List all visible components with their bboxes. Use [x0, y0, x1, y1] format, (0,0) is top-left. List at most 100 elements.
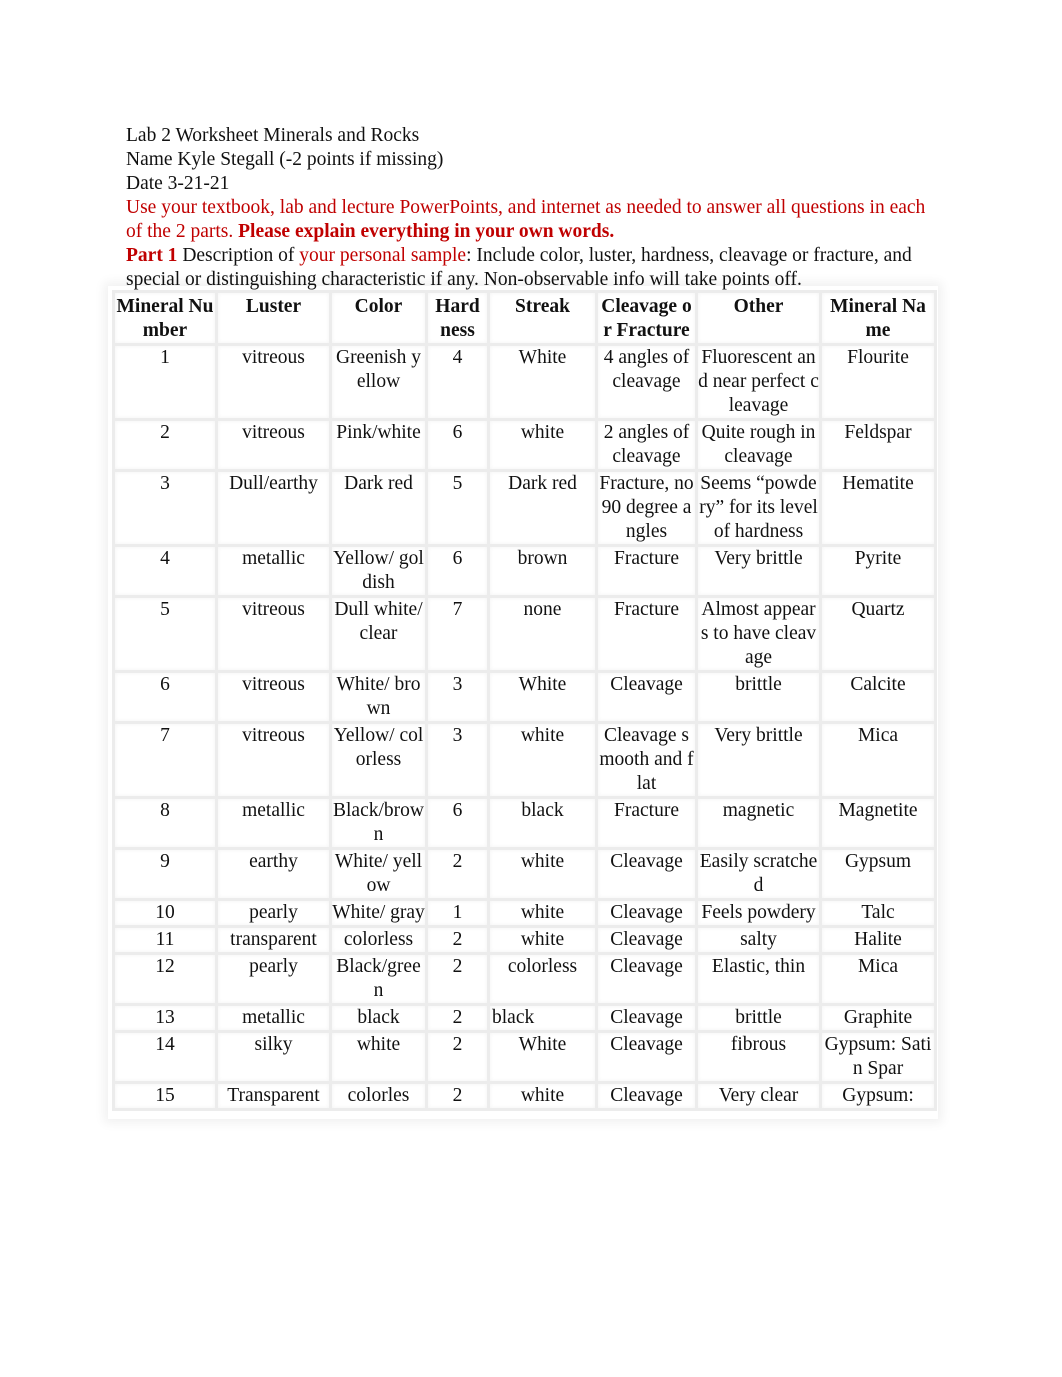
cell-hardness: 2	[425, 952, 490, 1006]
cell-cleavage-or-fracture: Cleavage smooth and flat	[595, 721, 698, 799]
cell-other: Fluorescent and near perfect cleavage	[695, 343, 822, 421]
cell-luster: vitreous	[215, 595, 332, 673]
cell-other: Easily scratched	[695, 847, 822, 901]
cell-luster: silky	[215, 1030, 332, 1084]
cell-mineral-name: Calcite	[819, 670, 937, 724]
table-row: 10 pearly White/ gray 1 white Cleavage Feels p…	[112, 898, 937, 928]
cell-cleavage-or-fracture: Cleavage	[595, 925, 698, 955]
table-row: 1 vitreous Greenish yellow 4 White 4 angles o…	[112, 343, 937, 421]
cell-mineral-number: 7	[112, 721, 218, 799]
cell-luster: Transparent	[215, 1081, 332, 1111]
cell-hardness: 3	[425, 670, 490, 724]
cell-other: magnetic	[695, 796, 822, 850]
table-row: 7 vitreous Yellow/ colorless 3 white Cleavage…	[112, 721, 937, 799]
cell-cleavage-or-fracture: Cleavage	[595, 1003, 698, 1033]
cell-luster: earthy	[215, 847, 332, 901]
cell-luster: pearly	[215, 898, 332, 928]
cell-cleavage-or-fracture: Fracture	[595, 544, 698, 598]
column-header-luster: Luster	[215, 290, 332, 346]
cell-color: Pink/white	[329, 418, 428, 472]
table-row: 3 Dull/earthy Dark red 5 Dark red Fracture, n…	[112, 469, 937, 547]
cell-cleavage-or-fracture: Cleavage	[595, 1030, 698, 1084]
part1-text-a: Description of	[177, 245, 300, 266]
cell-cleavage-or-fracture: Cleavage	[595, 1081, 698, 1111]
cell-streak: white	[487, 925, 598, 955]
cell-luster: vitreous	[215, 418, 332, 472]
cell-mineral-name: Flourite	[819, 343, 937, 421]
table-row: 6 vitreous White/ brown 3 White Cleavage britt…	[112, 670, 937, 724]
cell-other: Almost appears to have cleavage	[695, 595, 822, 673]
instructions-emphasis: Please explain everything in your own wo…	[238, 221, 615, 242]
cell-mineral-number: 4	[112, 544, 218, 598]
worksheet-title: Lab 2 Worksheet Minerals and Rocks	[126, 125, 420, 146]
column-header-mineral-number: Mineral Number	[112, 290, 218, 346]
cell-streak: white	[487, 1081, 598, 1111]
cell-mineral-number: 11	[112, 925, 218, 955]
cell-color: White/ gray	[329, 898, 428, 928]
cell-hardness: 4	[425, 343, 490, 421]
instructions: Use your textbook, lab and lecture Power…	[126, 196, 946, 244]
cell-mineral-number: 3	[112, 469, 218, 547]
cell-streak: white	[487, 898, 598, 928]
cell-color: Dull white/clear	[329, 595, 428, 673]
table-row: 15 Transparent colorles 2 white Cleavage Very …	[112, 1081, 937, 1111]
cell-color: White/ yellow	[329, 847, 428, 901]
cell-color: Black/green	[329, 952, 428, 1006]
cell-mineral-number: 10	[112, 898, 218, 928]
cell-color: black	[329, 1003, 428, 1033]
cell-color: colorless	[329, 925, 428, 955]
cell-mineral-name: Gypsum:	[819, 1081, 937, 1111]
cell-hardness: 6	[425, 418, 490, 472]
cell-color: white	[329, 1030, 428, 1084]
cell-mineral-name: Hematite	[819, 469, 937, 547]
cell-streak: black	[487, 1003, 598, 1033]
cell-mineral-name: Halite	[819, 925, 937, 955]
cell-luster: vitreous	[215, 343, 332, 421]
table-row: 12 pearly Black/green 2 colorless Cleavage Ela…	[112, 952, 937, 1006]
cell-luster: metallic	[215, 544, 332, 598]
column-header-other: Other	[695, 290, 822, 346]
table-row: 8 metallic Black/brown 6 black Fracture magnet…	[112, 796, 937, 850]
student-name-line: Name Kyle Stegall (-2 points if missing)	[126, 149, 444, 170]
cell-other: Quite rough in cleavage	[695, 418, 822, 472]
cell-mineral-name: Graphite	[819, 1003, 937, 1033]
minerals-table: Mineral Number Luster Color Hard ness Streak…	[112, 290, 937, 1111]
table-body: 1 vitreous Greenish yellow 4 White 4 angles o…	[112, 343, 937, 1111]
cell-streak: white	[487, 847, 598, 901]
cell-hardness: 2	[425, 925, 490, 955]
cell-other: brittle	[695, 1003, 822, 1033]
table-row: 4 metallic Yellow/ goldish 6 brown Fracture Ve…	[112, 544, 937, 598]
cell-mineral-name: Gypsum: Satin Spar	[819, 1030, 937, 1084]
table-row: 9 earthy White/ yellow 2 white Cleavage Easily…	[112, 847, 937, 901]
table-row: 11 transparent colorless 2 white Cleavage salt…	[112, 925, 937, 955]
cell-other: Elastic, thin	[695, 952, 822, 1006]
cell-cleavage-or-fracture: 4 angles of cleavage	[595, 343, 698, 421]
cell-mineral-number: 5	[112, 595, 218, 673]
cell-mineral-name: Pyrite	[819, 544, 937, 598]
cell-cleavage-or-fracture: Fracture	[595, 796, 698, 850]
cell-color: White/ brown	[329, 670, 428, 724]
cell-luster: pearly	[215, 952, 332, 1006]
cell-mineral-number: 9	[112, 847, 218, 901]
cell-luster: Dull/earthy	[215, 469, 332, 547]
column-header-color: Color	[329, 290, 428, 346]
cell-streak: none	[487, 595, 598, 673]
cell-cleavage-or-fracture: Cleavage	[595, 670, 698, 724]
cell-hardness: 2	[425, 1030, 490, 1084]
cell-hardness: 2	[425, 1003, 490, 1033]
cell-cleavage-or-fracture: Cleavage	[595, 898, 698, 928]
cell-other: brittle	[695, 670, 822, 724]
cell-streak: White	[487, 1030, 598, 1084]
cell-streak: black	[487, 796, 598, 850]
cell-luster: metallic	[215, 1003, 332, 1033]
cell-streak: white	[487, 418, 598, 472]
column-header-hardness: Hard ness	[425, 290, 490, 346]
part1-label: Part 1	[126, 245, 178, 266]
cell-color: Yellow/ colorless	[329, 721, 428, 799]
cell-mineral-name: Quartz	[819, 595, 937, 673]
cell-luster: vitreous	[215, 721, 332, 799]
cell-color: Greenish yellow	[329, 343, 428, 421]
cell-luster: metallic	[215, 796, 332, 850]
cell-hardness: 2	[425, 847, 490, 901]
date-line: Date 3-21-21	[126, 173, 230, 194]
